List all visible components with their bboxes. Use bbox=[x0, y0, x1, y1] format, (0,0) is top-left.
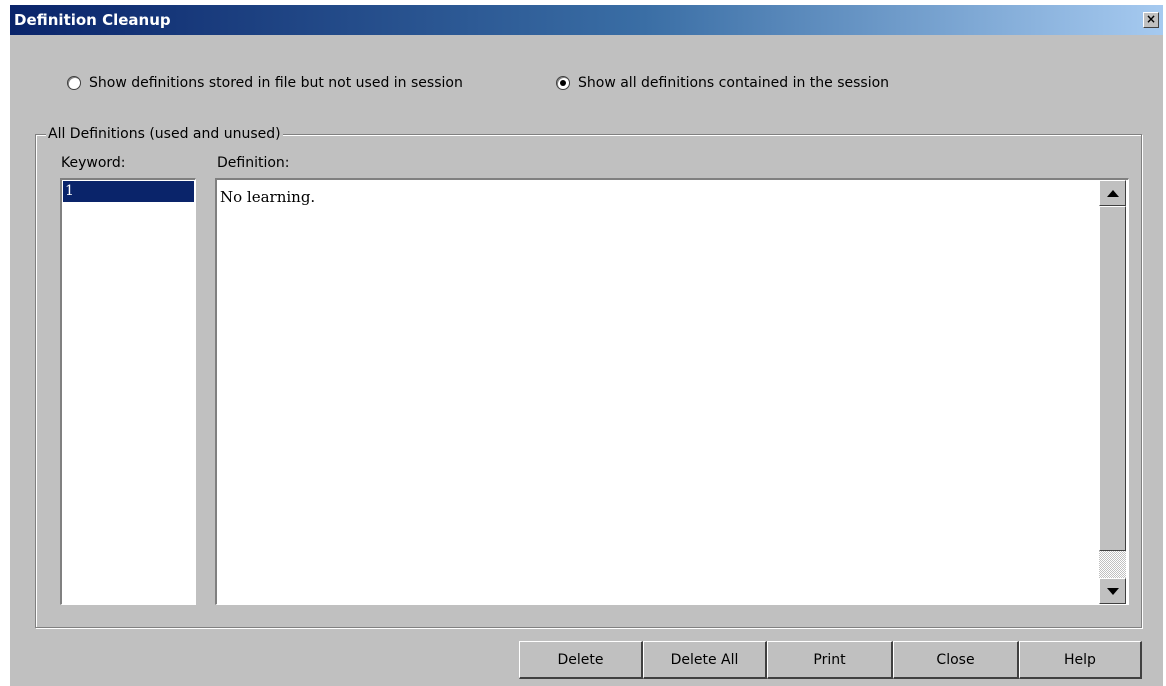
definition-header: Definition: bbox=[217, 155, 290, 171]
radio-unchecked-icon[interactable] bbox=[67, 76, 81, 90]
radio-show-all[interactable]: Show all definitions contained in the se… bbox=[556, 75, 889, 91]
delete-all-button[interactable]: Delete All bbox=[643, 641, 767, 679]
window-title: Definition Cleanup bbox=[14, 11, 171, 29]
keyword-item-selected[interactable]: 1 bbox=[63, 181, 194, 202]
close-button[interactable]: Close bbox=[893, 641, 1019, 679]
arrow-up-icon bbox=[1107, 190, 1119, 197]
vertical-scrollbar[interactable] bbox=[1099, 180, 1126, 604]
scroll-thumb[interactable] bbox=[1099, 206, 1126, 551]
delete-button[interactable]: Delete bbox=[519, 641, 643, 679]
group-label: All Definitions (used and unused) bbox=[46, 126, 283, 142]
radio-show-unused-label: Show definitions stored in file but not … bbox=[89, 75, 463, 91]
title-bar[interactable]: Definition Cleanup × bbox=[10, 5, 1163, 35]
radio-show-unused[interactable]: Show definitions stored in file but not … bbox=[67, 75, 463, 91]
arrow-down-icon bbox=[1107, 588, 1119, 595]
radio-checked-icon[interactable] bbox=[556, 76, 570, 90]
definition-textarea[interactable]: No learning. bbox=[215, 178, 1129, 605]
print-button[interactable]: Print bbox=[767, 641, 893, 679]
radio-show-all-label: Show all definitions contained in the se… bbox=[578, 75, 890, 91]
close-window-button[interactable]: × bbox=[1143, 12, 1159, 28]
definition-cleanup-dialog: Definition Cleanup × Show definitions st… bbox=[10, 5, 1163, 686]
scroll-down-button[interactable] bbox=[1099, 578, 1126, 604]
close-icon: × bbox=[1145, 12, 1157, 26]
scroll-up-button[interactable] bbox=[1099, 180, 1126, 206]
help-button[interactable]: Help bbox=[1019, 641, 1142, 679]
keyword-list[interactable]: 1 bbox=[60, 178, 196, 605]
keyword-header: Keyword: bbox=[61, 155, 126, 171]
definition-text: No learning. bbox=[220, 188, 316, 206]
scroll-track[interactable] bbox=[1099, 551, 1126, 578]
